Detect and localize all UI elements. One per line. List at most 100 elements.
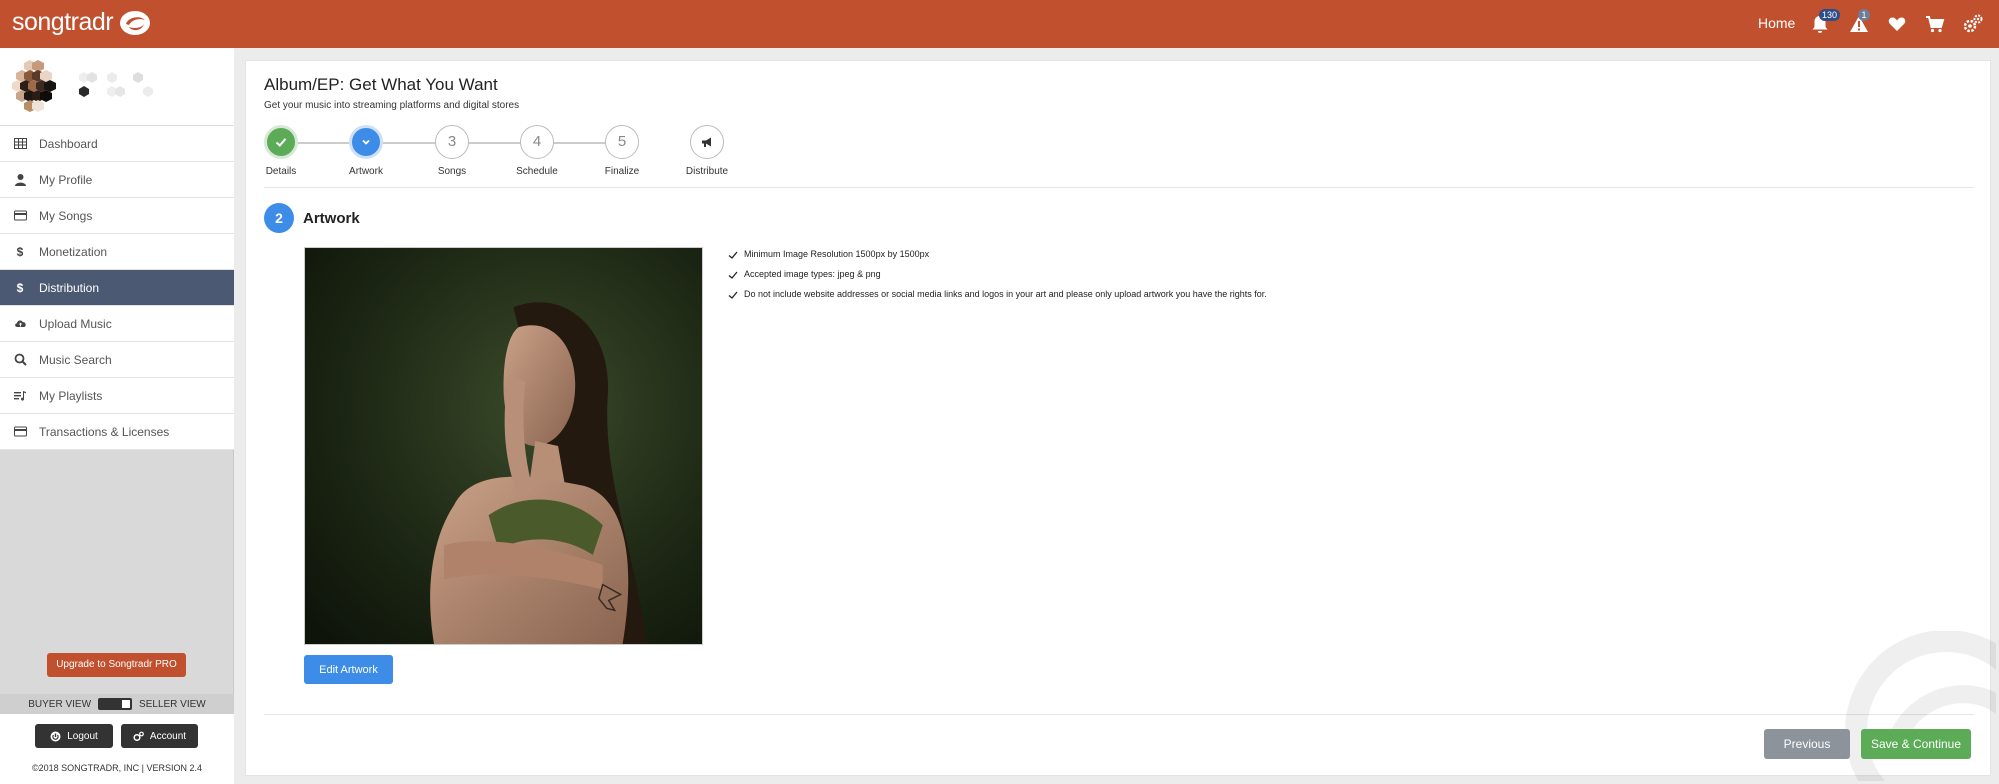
section-title: Artwork — [303, 210, 360, 227]
requirement-text: Do not include website addresses or soci… — [744, 289, 1267, 299]
list-item: Minimum Image Resolution 1500px by 1500p… — [728, 249, 1268, 260]
table-icon — [13, 137, 27, 151]
megaphone-icon — [702, 137, 711, 148]
cart-icon[interactable] — [1924, 13, 1946, 35]
notifications-badge: 130 — [1819, 9, 1841, 21]
artwork-image[interactable] — [304, 247, 703, 645]
logo-mark-icon — [120, 10, 151, 35]
dollar-icon: $ — [16, 280, 24, 295]
requirement-text: Accepted image types: jpeg & png — [744, 269, 881, 279]
logout-button[interactable]: Logout — [35, 724, 113, 748]
step-circle: 3 — [435, 125, 469, 159]
sidebar-item-label: Dashboard — [39, 136, 98, 151]
save-continue-button[interactable]: Save & Continue — [1861, 729, 1971, 759]
step-songs[interactable]: 3 Songs — [422, 125, 482, 177]
step-label: Details — [265, 166, 297, 177]
sidebar-item-label: Upload Music — [39, 316, 112, 331]
page-subtitle: Get your music into streaming platforms … — [264, 100, 520, 111]
requirement-text: Minimum Image Resolution 1500px by 1500p… — [744, 249, 930, 259]
profile-panel — [0, 48, 234, 126]
buyer-view-label: BUYER VIEW — [28, 698, 92, 710]
alert-triangle-icon[interactable]: 1 — [1848, 9, 1870, 35]
logo-text: songtradr — [12, 8, 114, 36]
previous-button[interactable]: Previous — [1764, 729, 1850, 759]
sidebar-item-label: My Playlists — [39, 388, 103, 403]
sidebar-item-transactions-licenses[interactable]: Transactions & Licenses — [0, 414, 234, 450]
sidebar-item-label: Monetization — [39, 244, 108, 259]
sidebar-item-label: My Songs — [39, 208, 93, 223]
step-label: Finalize — [604, 166, 640, 177]
checkmark-icon — [275, 138, 287, 147]
notifications-bell-icon[interactable]: 130 — [1809, 9, 1841, 35]
step-circle — [690, 125, 724, 159]
step-circle: 4 — [520, 125, 554, 159]
progress-stepper: Details Artwork 3 Songs 4 Schedule 5 Fin… — [264, 125, 764, 185]
sidebar-item-upload-music[interactable]: Upload Music — [0, 306, 234, 342]
step-details[interactable]: Details — [251, 125, 311, 177]
edit-artwork-button[interactable]: Edit Artwork — [304, 655, 393, 684]
heart-icon[interactable] — [1886, 13, 1908, 35]
sidebar-item-label: My Profile — [39, 172, 93, 187]
home-link[interactable]: Home — [1758, 15, 1795, 31]
search-icon — [13, 353, 27, 367]
list-item: Accepted image types: jpeg & png — [728, 269, 1268, 280]
sidebar-footer: Logout Account ©2018 SONGTRADR, INC | VE… — [0, 714, 234, 784]
chevron-down-icon — [362, 139, 370, 145]
settings-gears-icon[interactable] — [1962, 13, 1984, 35]
checkmark-icon — [728, 251, 738, 259]
step-circle — [264, 125, 298, 159]
sidebar-item-distribution[interactable]: $ Distribution — [0, 270, 234, 306]
main-panel: Album/EP: Get What You Want Get your mus… — [245, 60, 1996, 781]
user-icon — [13, 173, 27, 187]
step-schedule[interactable]: 4 Schedule — [507, 125, 567, 177]
step-circle: 5 — [605, 125, 639, 159]
sidebar-item-my-playlists[interactable]: My Playlists — [0, 378, 234, 414]
avatar[interactable] — [10, 58, 64, 116]
page-title: Album/EP: Get What You Want — [264, 75, 498, 94]
sidebar-item-my-profile[interactable]: My Profile — [0, 162, 234, 198]
dollar-icon: $ — [16, 244, 24, 259]
seller-view-label: SELLER VIEW — [139, 698, 206, 710]
checkmark-icon — [728, 291, 738, 299]
step-label: Artwork — [349, 166, 383, 177]
sidebar-item-my-songs[interactable]: My Songs — [0, 198, 234, 234]
card-icon — [13, 209, 27, 223]
playlist-icon — [13, 389, 27, 403]
divider — [264, 714, 1974, 715]
account-button[interactable]: Account — [121, 724, 198, 748]
alerts-badge: 1 — [1858, 9, 1870, 21]
sidebar: Dashboard My Profile My Songs $ Monetiza… — [0, 48, 234, 784]
sidebar-item-dashboard[interactable]: Dashboard — [0, 126, 234, 162]
step-artwork[interactable]: Artwork — [336, 125, 396, 177]
artwork-requirements-list: Minimum Image Resolution 1500px by 1500p… — [728, 249, 1268, 309]
checkmark-icon — [728, 271, 738, 279]
account-label: Account — [149, 730, 187, 742]
power-icon — [50, 731, 61, 741]
view-switch-knob — [122, 700, 131, 708]
top-navbar: songtradr Home 130 1 — [0, 0, 1999, 48]
card-icon — [13, 425, 27, 439]
sidebar-item-music-search[interactable]: Music Search — [0, 342, 234, 378]
sidebar-item-monetization[interactable]: $ Monetization — [0, 234, 234, 270]
step-circle — [349, 125, 383, 159]
profile-dots-decoration — [79, 72, 153, 97]
step-label: Songs — [437, 166, 467, 177]
step-finalize[interactable]: 5 Finalize — [592, 125, 652, 177]
logout-label: Logout — [67, 730, 98, 742]
copyright-text: ©2018 SONGTRADR, INC | VERSION 2.4 — [31, 763, 202, 773]
gears-icon — [133, 731, 144, 741]
step-label: Schedule — [516, 166, 558, 177]
step-label: Distribute — [685, 166, 729, 177]
upgrade-pro-button[interactable]: Upgrade to Songtradr PRO — [47, 653, 186, 677]
cloud-upload-icon — [13, 317, 27, 331]
sidebar-item-label: Music Search — [39, 352, 112, 367]
view-toggle: BUYER VIEW SELLER VIEW — [0, 694, 234, 714]
section-number-badge: 2 — [264, 203, 294, 233]
step-distribute[interactable]: Distribute — [677, 125, 737, 177]
sidebar-item-label: Transactions & Licenses — [39, 424, 170, 439]
divider — [264, 187, 1974, 188]
list-item: Do not include website addresses or soci… — [728, 289, 1268, 300]
view-switch[interactable] — [98, 698, 133, 710]
sidebar-nav: Dashboard My Profile My Songs $ Monetiza… — [0, 126, 234, 450]
songtradr-logo[interactable]: songtradr — [12, 8, 152, 37]
